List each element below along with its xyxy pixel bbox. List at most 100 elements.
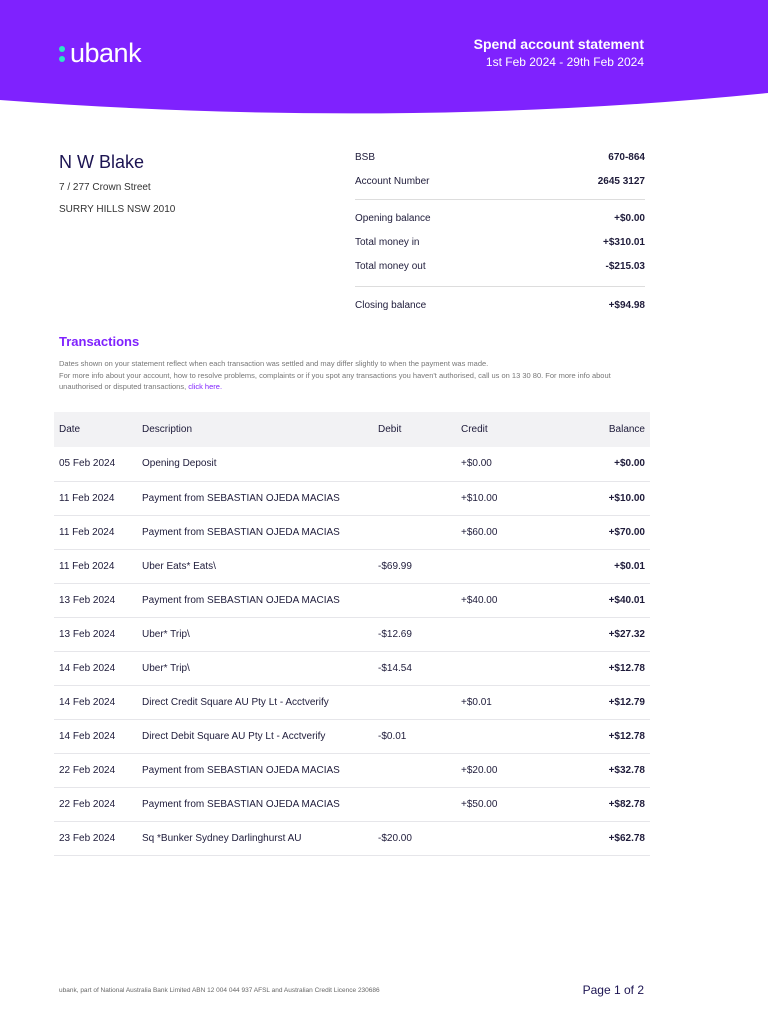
col-credit: Credit bbox=[456, 412, 553, 447]
page-number: Page 1 of 2 bbox=[582, 983, 644, 997]
transactions-note: Dates shown on your statement reflect wh… bbox=[59, 358, 649, 393]
money-in-value: +$310.01 bbox=[603, 236, 645, 248]
cell-description: Payment from SEBASTIAN OJEDA MACIAS bbox=[137, 481, 373, 516]
cell-debit bbox=[373, 753, 456, 788]
divider bbox=[355, 199, 645, 200]
cell-credit bbox=[456, 821, 553, 856]
cell-balance: +$32.78 bbox=[553, 753, 650, 788]
cell-description: Uber Eats* Eats\ bbox=[137, 549, 373, 584]
cell-credit: +$0.01 bbox=[456, 685, 553, 720]
cell-date: 13 Feb 2024 bbox=[54, 617, 137, 652]
col-date: Date bbox=[54, 412, 137, 447]
cell-debit bbox=[373, 515, 456, 550]
cell-debit: -$20.00 bbox=[373, 821, 456, 856]
account-number-value: 2645 3127 bbox=[597, 175, 645, 187]
cell-description: Payment from SEBASTIAN OJEDA MACIAS bbox=[137, 515, 373, 550]
cell-balance: +$27.32 bbox=[553, 617, 650, 652]
cell-balance: +$82.78 bbox=[553, 787, 650, 822]
cell-date: 14 Feb 2024 bbox=[54, 651, 137, 686]
note-line-1: Dates shown on your statement reflect wh… bbox=[59, 359, 489, 368]
cell-credit: +$50.00 bbox=[456, 787, 553, 822]
cell-debit: -$12.69 bbox=[373, 617, 456, 652]
ubank-logo: ubank bbox=[59, 38, 142, 69]
cell-debit: -$14.54 bbox=[373, 651, 456, 686]
footer-legal: ubank, part of National Australia Bank L… bbox=[59, 987, 380, 994]
cell-date: 11 Feb 2024 bbox=[54, 515, 137, 550]
cell-balance: +$12.79 bbox=[553, 685, 650, 720]
cell-description: Uber* Trip\ bbox=[137, 617, 373, 652]
col-debit: Debit bbox=[373, 412, 456, 447]
col-balance: Balance bbox=[553, 412, 650, 447]
cell-credit: +$0.00 bbox=[456, 447, 553, 482]
table-row: 11 Feb 2024 Uber Eats* Eats\ -$69.99 +$0.01 bbox=[54, 549, 650, 584]
cell-debit bbox=[373, 583, 456, 618]
cell-description: Payment from SEBASTIAN OJEDA MACIAS bbox=[137, 583, 373, 618]
cell-credit bbox=[456, 651, 553, 686]
cell-debit bbox=[373, 787, 456, 822]
table-row: 13 Feb 2024 Uber* Trip\ -$12.69 +$27.32 bbox=[54, 617, 650, 652]
cell-credit: +$10.00 bbox=[456, 481, 553, 516]
cell-credit: +$60.00 bbox=[456, 515, 553, 550]
cell-description: Direct Debit Square AU Pty Lt - Acctveri… bbox=[137, 719, 373, 754]
cell-date: 14 Feb 2024 bbox=[54, 685, 137, 720]
cell-date: 11 Feb 2024 bbox=[54, 481, 137, 516]
cell-balance: +$70.00 bbox=[553, 515, 650, 550]
cell-date: 22 Feb 2024 bbox=[54, 753, 137, 788]
cell-date: 13 Feb 2024 bbox=[54, 583, 137, 618]
transactions-table: Date Description Debit Credit Balance 05… bbox=[54, 412, 650, 856]
money-out-label: Total money out bbox=[355, 260, 426, 272]
cell-balance: +$10.00 bbox=[553, 481, 650, 516]
address-line-1: 7 / 277 Crown Street bbox=[59, 182, 151, 193]
table-row: 22 Feb 2024 Payment from SEBASTIAN OJEDA … bbox=[54, 787, 650, 822]
cell-balance: +$40.01 bbox=[553, 583, 650, 618]
cell-description: Direct Credit Square AU Pty Lt - Acctver… bbox=[137, 685, 373, 720]
table-row: 14 Feb 2024 Direct Debit Square AU Pty Lt… bbox=[54, 719, 650, 754]
click-here-link[interactable]: click here. bbox=[188, 382, 222, 391]
cell-date: 11 Feb 2024 bbox=[54, 549, 137, 584]
cell-description: Uber* Trip\ bbox=[137, 651, 373, 686]
account-number-label: Account Number bbox=[355, 175, 430, 187]
cell-debit bbox=[373, 447, 456, 482]
cell-balance: +$0.01 bbox=[553, 549, 650, 584]
cell-credit bbox=[456, 549, 553, 584]
table-row: 14 Feb 2024 Uber* Trip\ -$14.54 +$12.78 bbox=[54, 651, 650, 686]
table-row: 11 Feb 2024 Payment from SEBASTIAN OJEDA … bbox=[54, 481, 650, 516]
cell-date: 22 Feb 2024 bbox=[54, 787, 137, 822]
address-line-2: SURRY HILLS NSW 2010 bbox=[59, 204, 176, 215]
closing-balance-value: +$94.98 bbox=[608, 299, 645, 311]
statement-heading: Spend account statement 1st Feb 2024 - 29… bbox=[474, 36, 644, 69]
cell-description: Payment from SEBASTIAN OJEDA MACIAS bbox=[137, 753, 373, 788]
transactions-title: Transactions bbox=[59, 334, 140, 349]
cell-credit bbox=[456, 617, 553, 652]
cell-credit: +$40.00 bbox=[456, 583, 553, 618]
cell-description: Payment from SEBASTIAN OJEDA MACIAS bbox=[137, 787, 373, 822]
cell-credit bbox=[456, 719, 553, 754]
cell-date: 23 Feb 2024 bbox=[54, 821, 137, 856]
logo-dots-icon bbox=[59, 45, 65, 62]
cell-balance: +$12.78 bbox=[553, 719, 650, 754]
table-row: 11 Feb 2024 Payment from SEBASTIAN OJEDA … bbox=[54, 515, 650, 550]
cell-description: Sq *Bunker Sydney Darlinghurst AU bbox=[137, 821, 373, 856]
bsb-value: 670-864 bbox=[608, 151, 645, 163]
cell-balance: +$12.78 bbox=[553, 651, 650, 686]
cell-date: 14 Feb 2024 bbox=[54, 719, 137, 754]
table-row: 22 Feb 2024 Payment from SEBASTIAN OJEDA … bbox=[54, 753, 650, 788]
cell-debit: -$69.99 bbox=[373, 549, 456, 584]
brand-name: ubank bbox=[70, 38, 142, 68]
table-row: 23 Feb 2024 Sq *Bunker Sydney Darlinghurs… bbox=[54, 821, 650, 856]
table-row: 13 Feb 2024 Payment from SEBASTIAN OJEDA … bbox=[54, 583, 650, 618]
cell-description: Opening Deposit bbox=[137, 447, 373, 482]
statement-period: 1st Feb 2024 - 29th Feb 2024 bbox=[485, 55, 644, 69]
cell-debit: -$0.01 bbox=[373, 719, 456, 754]
customer-name: N W Blake bbox=[59, 152, 145, 172]
closing-balance-label: Closing balance bbox=[355, 299, 427, 311]
cell-debit bbox=[373, 685, 456, 720]
cell-balance: +$62.78 bbox=[553, 821, 650, 856]
money-out-value: -$215.03 bbox=[605, 260, 645, 272]
account-summary: BSB 670-864 Account Number 2645 3127 Openi… bbox=[355, 145, 645, 317]
cell-date: 05 Feb 2024 bbox=[54, 447, 137, 482]
opening-balance-value: +$0.00 bbox=[614, 212, 645, 224]
cell-balance: +$0.00 bbox=[553, 447, 650, 482]
table-row: 05 Feb 2024 Opening Deposit +$0.00 +$0.00 bbox=[54, 447, 650, 482]
table-row: 14 Feb 2024 Direct Credit Square AU Pty L… bbox=[54, 685, 650, 720]
